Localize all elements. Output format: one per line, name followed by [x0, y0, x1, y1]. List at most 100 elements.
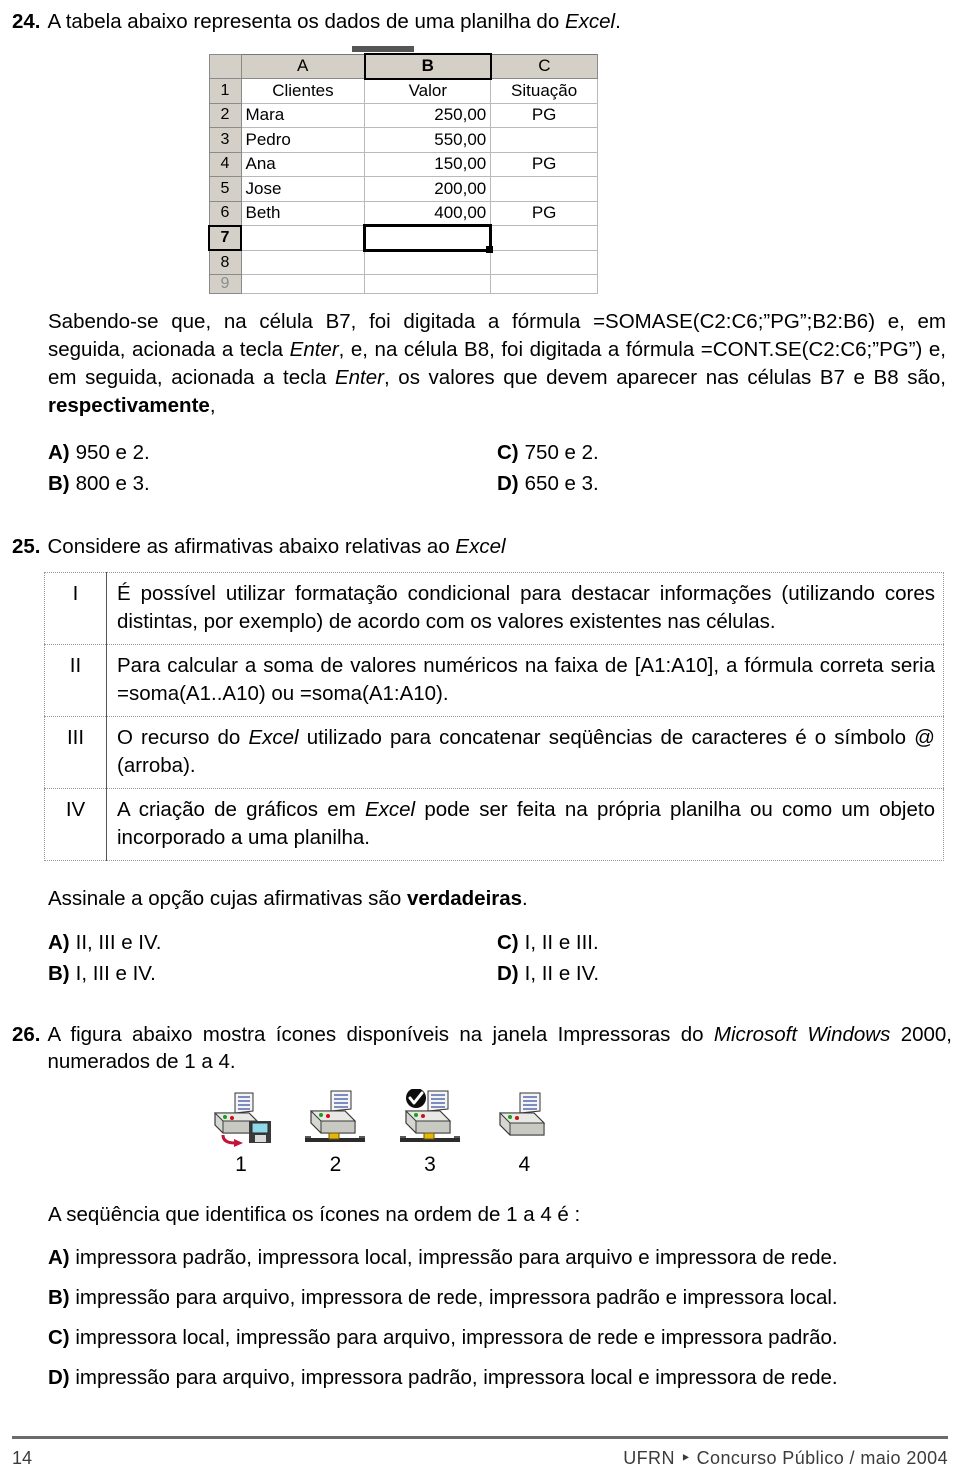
cell-a5[interactable]: Jose — [240, 176, 366, 202]
q25-option-c[interactable]: C) I, II e III. — [497, 927, 946, 958]
option-a-text: II, III e IV. — [75, 931, 162, 954]
row-header-9[interactable]: 9 — [208, 274, 242, 294]
q25-option-b[interactable]: B) I, III e IV. — [48, 958, 497, 989]
cell-a4[interactable]: Ana — [240, 151, 366, 177]
printer-icon-slot-2: 2 — [290, 1089, 380, 1177]
table-row: 4 Ana 150,00 PG — [208, 151, 598, 177]
cell-a9[interactable] — [240, 274, 366, 294]
option-a-label: A) — [48, 931, 70, 954]
q26-option-d[interactable]: D) impressão para arquivo, impressora pa… — [26, 1363, 960, 1392]
cell-b3[interactable]: 550,00 — [364, 127, 492, 153]
local-printer-icon — [479, 1089, 569, 1151]
table-row: 9 — [208, 274, 598, 294]
roman-numeral-ii: II — [44, 644, 107, 717]
cell-c4[interactable]: PG — [490, 151, 598, 177]
q24-option-b[interactable]: B) 800 e 3. — [48, 468, 497, 499]
column-header-row: A B C — [208, 53, 598, 80]
q24-header: 24. A tabela abaixo representa os dados … — [0, 8, 960, 35]
cell-a7[interactable] — [240, 225, 366, 251]
statement-iv-part-2: Excel — [364, 798, 416, 821]
q25-option-d[interactable]: D) I, II e IV. — [497, 958, 946, 989]
q26-option-b[interactable]: B) impressão para arquivo, impressora de… — [26, 1283, 960, 1312]
default-network-printer-icon — [385, 1088, 475, 1151]
cell-b4[interactable]: 150,00 — [364, 151, 492, 177]
table-row: 2 Mara 250,00 PG — [208, 102, 598, 128]
page-number: 14 — [12, 1448, 33, 1468]
cell-a3[interactable]: Pedro — [240, 127, 366, 153]
q25-instruction-bold: verdadeiras — [406, 887, 523, 910]
q24-option-d[interactable]: D) 650 e 3. — [497, 468, 946, 499]
footer-divider — [12, 1436, 948, 1439]
cell-b2[interactable]: 250,00 — [364, 102, 492, 128]
exam-page: 24. A tabela abaixo representa os dados … — [0, 0, 960, 1483]
cell-a8[interactable] — [240, 249, 366, 275]
table-row: 6 Beth 400,00 PG — [208, 200, 598, 226]
row-header-8[interactable]: 8 — [208, 249, 242, 275]
cell-b5[interactable]: 200,00 — [364, 176, 492, 202]
option-a-label: A) — [48, 441, 70, 464]
q25-prompt-a: Considere as afirmativas abaixo relativa… — [47, 535, 456, 558]
column-header-c[interactable]: C — [490, 53, 598, 79]
cell-b8[interactable] — [364, 249, 492, 275]
q25-option-a[interactable]: A) II, III e IV. — [48, 927, 497, 958]
option-c-text: impressora local, impressão para arquivo… — [75, 1326, 838, 1349]
table-row: 1 Clientes Valor Situação — [208, 78, 598, 104]
table-row: 5 Jose 200,00 — [208, 176, 598, 202]
cell-c8[interactable] — [490, 249, 598, 275]
question-24: 24. A tabela abaixo representa os dados … — [0, 0, 960, 499]
row-header-1[interactable]: 1 — [208, 78, 242, 104]
q25-header: 25. Considere as afirmativas abaixo rela… — [0, 533, 960, 560]
q25-instruction: Assinale a opção cujas afirmativas são v… — [0, 885, 960, 913]
q26-prompt-a: A figura abaixo mostra ícones disponívei… — [47, 1023, 714, 1046]
cell-a6[interactable]: Beth — [240, 200, 366, 226]
statement-iv-part-1: A criação de gráficos em — [117, 798, 365, 821]
roman-numeral-iv: IV — [44, 788, 107, 861]
statement-i-text: É possível utilizar formatação condicion… — [107, 573, 944, 645]
q26-lead-text: A seqüência que identifica os ícones na … — [48, 1203, 581, 1226]
q24-prompt-b: . — [615, 10, 621, 33]
cell-a1[interactable]: Clientes — [240, 78, 366, 104]
row-header-7[interactable]: 7 — [207, 224, 243, 251]
q24-number: 24. — [12, 10, 41, 33]
option-d-text: impressão para arquivo, impressora padrã… — [75, 1366, 838, 1389]
option-b-label: B) — [48, 1286, 70, 1309]
select-all-corner[interactable] — [208, 53, 242, 79]
statement-ii-text: Para calcular a soma de valores numérico… — [107, 645, 944, 717]
q26-prompt-italic: Microsoft Windows — [713, 1023, 891, 1046]
cell-c1[interactable]: Situação — [490, 78, 598, 104]
column-header-a[interactable]: A — [240, 53, 366, 79]
q25-number: 25. — [12, 535, 41, 558]
q24-stmt-4: , — [209, 394, 216, 417]
row-header-6[interactable]: 6 — [208, 200, 242, 226]
row-header-2[interactable]: 2 — [208, 102, 242, 128]
column-header-b[interactable]: B — [363, 53, 492, 80]
cell-b6[interactable]: 400,00 — [364, 200, 492, 226]
cell-a2[interactable]: Mara — [240, 102, 366, 128]
cell-c5[interactable] — [490, 176, 598, 202]
cell-b1[interactable]: Valor — [364, 78, 492, 104]
row-header-3[interactable]: 3 — [208, 127, 242, 153]
q25-instruction-b: . — [522, 887, 528, 910]
option-d-label: D) — [497, 962, 519, 985]
option-c-label: C) — [497, 931, 519, 954]
q24-option-c[interactable]: C) 750 e 2. — [497, 437, 946, 468]
cell-c2[interactable]: PG — [490, 102, 598, 128]
cell-b9[interactable] — [364, 274, 492, 294]
q26-option-a[interactable]: A) impressora padrão, impressora local, … — [26, 1243, 960, 1272]
option-b-text: I, III e IV. — [75, 962, 156, 985]
cell-c9[interactable] — [490, 274, 598, 294]
cell-b7-selected[interactable] — [363, 224, 495, 254]
row-header-4[interactable]: 4 — [208, 151, 242, 177]
q24-stmt-enter-2: Enter — [334, 366, 384, 389]
cell-c7[interactable] — [490, 225, 598, 251]
q26-option-c[interactable]: C) impressora local, impressão para arqu… — [26, 1323, 960, 1352]
printer-icon-number-4: 4 — [518, 1153, 531, 1176]
q24-option-row-2: B) 800 e 3. D) 650 e 3. — [48, 468, 946, 499]
option-d-text: 650 e 3. — [524, 472, 599, 495]
q24-option-a[interactable]: A) 950 e 2. — [48, 437, 497, 468]
table-row: III O recurso do Excel utilizado para co… — [44, 716, 944, 789]
row-header-5[interactable]: 5 — [208, 176, 242, 202]
cell-c6[interactable]: PG — [490, 200, 598, 226]
cell-c3[interactable] — [490, 127, 598, 153]
table-row: IV A criação de gráficos em Excel pode s… — [44, 788, 944, 861]
